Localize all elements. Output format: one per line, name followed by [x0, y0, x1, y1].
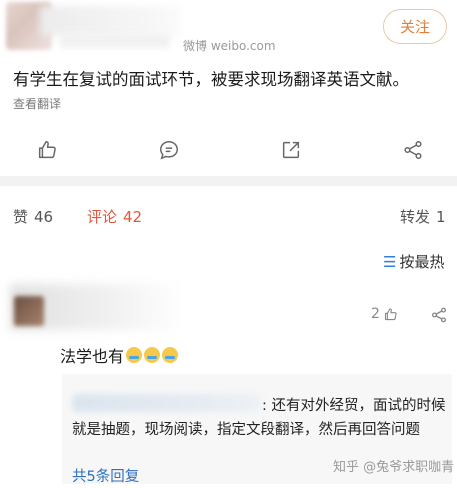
comment-button[interactable] — [155, 136, 183, 164]
tab-comments[interactable]: 评论 42 — [87, 206, 142, 227]
crying-emoji-icon — [162, 347, 179, 363]
share-icon — [404, 141, 422, 159]
sort-label: 按最热 — [399, 253, 445, 271]
reposts-count: 1 — [436, 208, 446, 226]
comments-label: 评论 — [87, 208, 118, 226]
user-meta-blurred — [60, 34, 170, 48]
comment-share-icon[interactable] — [430, 306, 448, 324]
post-text: 有学生在复试的面试环节，被要求现场翻译英语文献。 — [13, 70, 409, 89]
stats-tabs: 赞 46 评论 42 转发 1 — [0, 198, 457, 232]
comment-body: 法学也有 — [60, 347, 125, 366]
view-replies-link[interactable]: 共5条回复 — [72, 465, 139, 486]
thumbs-up-icon — [384, 307, 397, 320]
repost-icon — [282, 141, 300, 159]
comment-icon — [160, 141, 178, 160]
share-button[interactable] — [399, 136, 427, 164]
like-button[interactable] — [33, 136, 61, 164]
action-bar — [0, 132, 457, 168]
watermark: 知乎 @兔爷求职咖青 — [333, 460, 455, 475]
reply-text: : 还有对外经贸，面试的时候就是抽题，现场阅读，指定文段翻译，然后再回答问题 — [72, 398, 446, 438]
likes-count: 46 — [34, 208, 54, 226]
reposts-label: 转发 — [400, 208, 431, 226]
crying-emoji-icon — [126, 347, 143, 363]
crying-emoji-icon — [144, 347, 161, 363]
likes-label: 赞 — [13, 208, 29, 226]
follow-button[interactable]: 关注 — [383, 9, 447, 44]
comment-like-count: 2 — [371, 306, 380, 322]
post-source: 微博 weibo.com — [183, 39, 276, 53]
username-blurred — [40, 6, 180, 36]
tab-reposts[interactable]: 转发 1 — [400, 206, 446, 227]
thumbs-up-icon — [38, 141, 56, 159]
comments-count: 42 — [123, 208, 143, 226]
comment-text: 法学也有 — [60, 343, 179, 367]
sort-row: ☰ 按最热 — [0, 248, 457, 276]
sort-button[interactable]: ☰ 按最热 — [383, 251, 444, 272]
tab-likes[interactable]: 赞 46 — [13, 206, 53, 227]
section-divider — [0, 176, 457, 186]
repost-button[interactable] — [277, 136, 305, 164]
comment-like-button[interactable]: 2 — [371, 306, 398, 322]
post-header: 微博 weibo.com 关注 — [0, 0, 457, 58]
view-translation-link[interactable]: 查看翻译 — [13, 95, 61, 112]
sort-icon: ☰ — [383, 253, 397, 271]
commenter-avatar[interactable] — [14, 296, 44, 326]
